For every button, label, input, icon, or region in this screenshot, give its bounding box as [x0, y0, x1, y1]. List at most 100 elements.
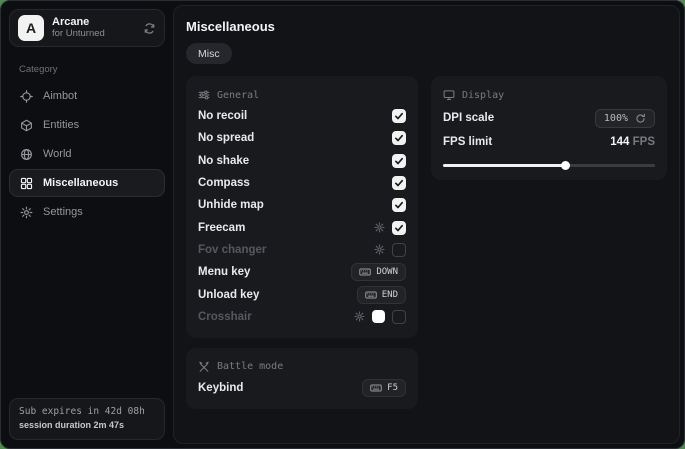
setting-label: Unhide map: [198, 199, 264, 211]
general-panel-header: General: [198, 85, 406, 105]
fps-slider-thumb[interactable]: [561, 161, 570, 170]
setting-label: FPS limit: [443, 136, 492, 148]
fps-slider-fill: [443, 164, 566, 167]
setting-label: Menu key: [198, 266, 250, 278]
setting-row-no-spread: No spread: [198, 127, 406, 149]
page-title: Miscellaneous: [186, 19, 667, 34]
setting-label: Freecam: [198, 222, 245, 234]
sidebar-item-label: Miscellaneous: [43, 177, 118, 189]
sidebar-item-aimbot[interactable]: Aimbot: [9, 82, 165, 110]
app-identity: Arcane for Unturned: [52, 16, 135, 40]
checkbox[interactable]: [392, 310, 406, 324]
gear-icon[interactable]: [374, 244, 385, 255]
keybind-value: F5: [387, 383, 398, 393]
subscription-info-card: Sub expires in 42d 08h session duration …: [9, 398, 165, 440]
app-name: Arcane: [52, 16, 135, 29]
gear-icon[interactable]: [374, 222, 385, 233]
setting-row-compass: Compass: [198, 172, 406, 194]
grid-icon: [20, 177, 33, 190]
dpi-value: 100%: [604, 113, 628, 124]
keyboard-icon: [359, 266, 371, 278]
setting-label: DPI scale: [443, 112, 494, 124]
setting-row-dpi-scale: DPI scale 100%: [443, 105, 655, 131]
app-header-card: A Arcane for Unturned: [9, 9, 165, 47]
category-nav: Aimbot Entities World: [9, 82, 165, 226]
globe-icon: [20, 148, 33, 161]
setting-row-keybind: Keybind F5: [198, 377, 406, 399]
setting-row-unload-key: Unload key END: [198, 283, 406, 305]
checkbox[interactable]: [392, 109, 406, 123]
keybind-button[interactable]: F5: [362, 379, 406, 397]
setting-label: Compass: [198, 177, 250, 189]
setting-label: Fov changer: [198, 244, 266, 256]
sidebar-item-settings[interactable]: Settings: [9, 198, 165, 226]
checkbox[interactable]: [392, 176, 406, 190]
app-logo: A: [18, 15, 44, 41]
cube-icon: [20, 119, 33, 132]
keyboard-icon: [370, 382, 382, 394]
checkbox[interactable]: [392, 221, 406, 235]
fps-unit: FPS: [633, 136, 655, 148]
tab-bar: Misc: [186, 43, 667, 64]
setting-label: Unload key: [198, 289, 259, 301]
color-swatch[interactable]: [372, 310, 385, 323]
keyboard-icon: [365, 289, 377, 301]
setting-row-menu-key: Menu key DOWN: [198, 261, 406, 283]
battle-mode-icon: [198, 361, 210, 373]
fps-value: 144 FPS: [610, 136, 655, 148]
panel-title: Display: [462, 90, 504, 101]
monitor-icon: [443, 89, 455, 101]
reset-icon[interactable]: [635, 113, 646, 124]
battle-panel-header: Battle mode: [198, 357, 406, 377]
keybind-value: END: [382, 290, 398, 300]
sidebar-item-world[interactable]: World: [9, 140, 165, 168]
sidebar-item-label: Settings: [43, 206, 83, 218]
sidebar-item-label: Entities: [43, 119, 79, 131]
panel-title: General: [217, 90, 259, 101]
setting-label: Keybind: [198, 382, 243, 394]
tab-misc[interactable]: Misc: [186, 43, 232, 64]
session-duration-text: session duration 2m 47s: [19, 419, 155, 432]
sidebar-item-entities[interactable]: Entities: [9, 111, 165, 139]
keybind-button[interactable]: DOWN: [351, 263, 406, 281]
panel-title: Battle mode: [217, 361, 283, 372]
setting-row-no-recoil: No recoil: [198, 105, 406, 127]
checkbox[interactable]: [392, 243, 406, 257]
general-panel: General No recoil No spread: [186, 76, 418, 338]
dpi-value-box[interactable]: 100%: [595, 109, 655, 128]
app-window: A Arcane for Unturned Category A: [0, 0, 685, 449]
fps-slider[interactable]: [443, 160, 655, 170]
setting-row-fps-limit: FPS limit 144 FPS: [443, 131, 655, 153]
keybind-button[interactable]: END: [357, 286, 406, 304]
checkbox[interactable]: [392, 198, 406, 212]
setting-row-crosshair: Crosshair: [198, 306, 406, 328]
setting-label: No shake: [198, 155, 249, 167]
gear-icon: [20, 206, 33, 219]
category-label: Category: [19, 64, 155, 75]
sliders-icon: [198, 89, 210, 101]
crosshair-icon: [20, 90, 33, 103]
setting-row-fov-changer: Fov changer: [198, 239, 406, 261]
setting-label: No spread: [198, 132, 254, 144]
sidebar-item-label: World: [43, 148, 72, 160]
fps-number: 144: [610, 136, 629, 148]
sidebar: A Arcane for Unturned Category A: [1, 1, 173, 448]
keybind-value: DOWN: [376, 267, 398, 277]
setting-label: Crosshair: [198, 311, 252, 323]
setting-label: No recoil: [198, 110, 247, 122]
setting-row-unhide-map: Unhide map: [198, 194, 406, 216]
display-panel: Display DPI scale 100%: [431, 76, 667, 180]
sub-expiry-text: Sub expires in 42d 08h: [19, 405, 155, 419]
gear-icon[interactable]: [354, 311, 365, 322]
main-content: Miscellaneous Misc: [173, 5, 680, 444]
checkbox[interactable]: [392, 154, 406, 168]
sync-icon[interactable]: [143, 22, 156, 35]
sidebar-item-miscellaneous[interactable]: Miscellaneous: [9, 169, 165, 197]
setting-row-no-shake: No shake: [198, 150, 406, 172]
checkbox[interactable]: [392, 131, 406, 145]
battle-mode-panel: Battle mode Keybind: [186, 348, 418, 409]
setting-row-freecam: Freecam: [198, 216, 406, 238]
app-subtitle: for Unturned: [52, 29, 135, 40]
sidebar-item-label: Aimbot: [43, 90, 77, 102]
display-panel-header: Display: [443, 85, 655, 105]
